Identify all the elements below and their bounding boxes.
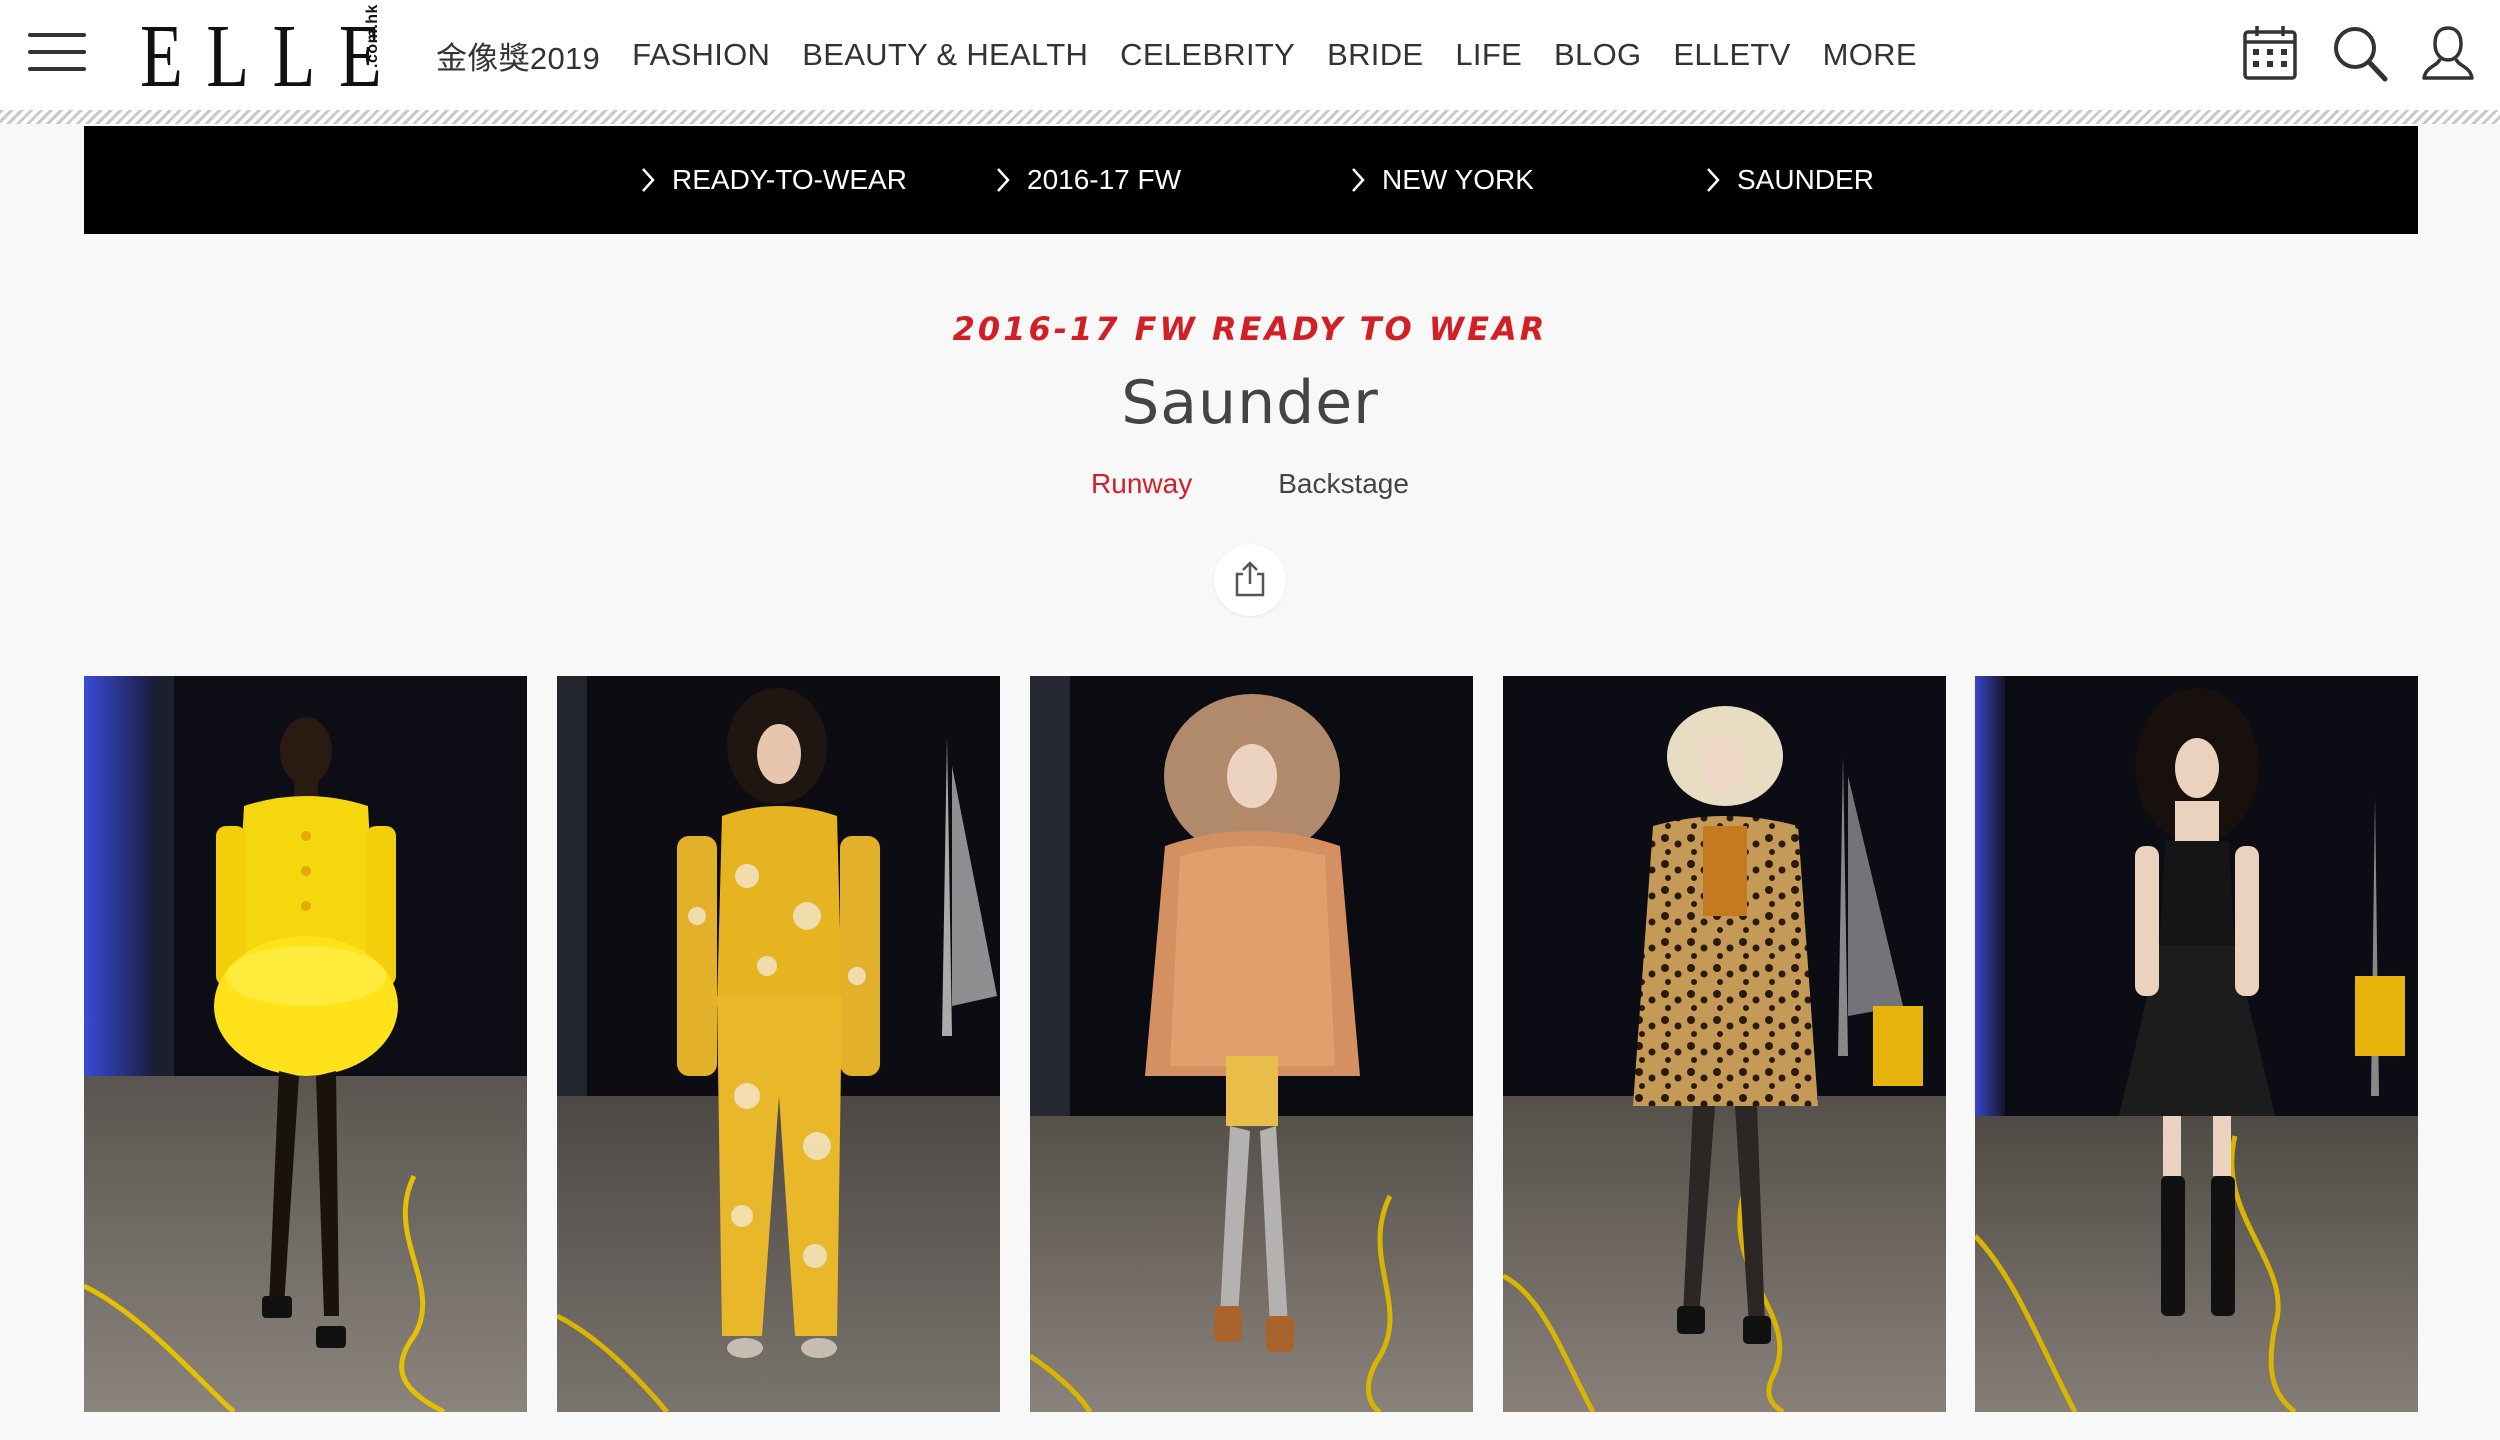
tab-backstage[interactable]: Backstage: [1278, 468, 1409, 500]
header-divider: [0, 110, 2500, 124]
share-icon: [1235, 561, 1265, 597]
chevron-right-icon: [642, 168, 655, 192]
chevron-right-icon: [1707, 168, 1720, 192]
menu-icon[interactable]: [28, 33, 86, 71]
breadcrumb-season[interactable]: 2016-17 FW: [995, 126, 1181, 234]
calendar-icon[interactable]: [2240, 22, 2300, 84]
chevron-right-icon: [997, 168, 1010, 192]
user-icon[interactable]: [2418, 22, 2478, 84]
tab-runway[interactable]: Runway: [1091, 468, 1192, 500]
nav-item-elletv[interactable]: ELLETV: [1673, 37, 1790, 73]
show-kicker: 2016-17 FW READY TO WEAR: [952, 310, 1548, 348]
breadcrumb-label: SAUNDER: [1737, 164, 1874, 195]
show-tabs: Runway Backstage: [0, 468, 2500, 500]
runway-photo[interactable]: [84, 676, 527, 1412]
breadcrumb-city[interactable]: NEW YORK: [1350, 126, 1534, 234]
nav-item-golden-horse[interactable]: 金像獎2019: [436, 33, 600, 78]
runway-photo[interactable]: [1503, 676, 1946, 1412]
nav-item-bride[interactable]: BRIDE: [1327, 37, 1423, 73]
search-icon[interactable]: [2330, 22, 2390, 84]
share-button[interactable]: [1214, 544, 1286, 616]
breadcrumb-ready-to-wear[interactable]: READY-TO-WEAR: [640, 126, 907, 234]
nav-item-blog[interactable]: BLOG: [1554, 37, 1641, 73]
nav-item-more[interactable]: MORE: [1823, 37, 1917, 73]
breadcrumb-designer[interactable]: SAUNDER: [1705, 126, 1874, 234]
breadcrumb-label: 2016-17 FW: [1027, 164, 1182, 195]
elle-logo[interactable]: ELLE .com.hk: [140, 4, 390, 104]
runway-photo[interactable]: [1975, 676, 2418, 1412]
breadcrumb: READY-TO-WEAR 2016-17 FW NEW YORK SAUNDE…: [84, 126, 2418, 234]
runway-photo[interactable]: [557, 676, 1000, 1412]
runway-gallery: [84, 676, 2418, 1412]
runway-photo[interactable]: [1030, 676, 1473, 1412]
breadcrumb-label: NEW YORK: [1382, 164, 1534, 195]
nav-item-celebrity[interactable]: CELEBRITY: [1120, 37, 1295, 73]
nav-item-fashion[interactable]: FASHION: [632, 37, 770, 73]
site-header: ELLE .com.hk 金像獎2019 FASHION BEAUTY & HE…: [0, 0, 2500, 112]
page-title: Saunder: [1121, 368, 1379, 438]
main-nav: 金像獎2019 FASHION BEAUTY & HEALTH CELEBRIT…: [436, 30, 1949, 80]
nav-item-beauty-health[interactable]: BEAUTY & HEALTH: [802, 37, 1088, 73]
chevron-right-icon: [1352, 168, 1365, 192]
logo-domain: .com.hk: [364, 4, 381, 68]
breadcrumb-label: READY-TO-WEAR: [672, 164, 907, 195]
nav-item-life[interactable]: LIFE: [1455, 37, 1522, 73]
